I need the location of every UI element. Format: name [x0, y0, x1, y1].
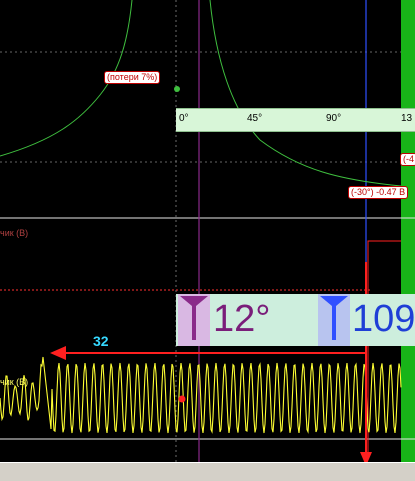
phase-value-1: 12° — [213, 298, 271, 340]
cursor-readout: (-30°) -0.47 В — [348, 186, 409, 199]
yellow-signal — [0, 356, 402, 434]
bottom-scrollbar[interactable] — [0, 462, 415, 481]
loss-label: (потери 7%) — [104, 71, 161, 84]
channel-label-top: чик (В) — [0, 228, 29, 238]
angle-scale[interactable]: 0° 45° 90° 13 — [176, 108, 415, 132]
phase-value-2: 109 — [352, 298, 415, 340]
count-label: 32 — [93, 333, 109, 349]
scale-label: 90° — [326, 113, 342, 124]
marker-right-label: (-4 — [400, 153, 415, 166]
scale-label: 0° — [179, 113, 189, 124]
green-curve-right — [209, 0, 402, 187]
oscilloscope-canvas[interactable] — [0, 0, 415, 480]
green-right-bar — [401, 0, 415, 462]
scale-label: 45° — [247, 113, 263, 124]
count-arrow-head — [50, 346, 66, 360]
scale-label: 13 — [401, 113, 413, 124]
green-point — [174, 86, 180, 92]
red-point — [178, 395, 186, 403]
channel-label-bottom: чик (В) — [0, 377, 29, 387]
phase-measure-panel: 12° 109 — [176, 294, 415, 346]
